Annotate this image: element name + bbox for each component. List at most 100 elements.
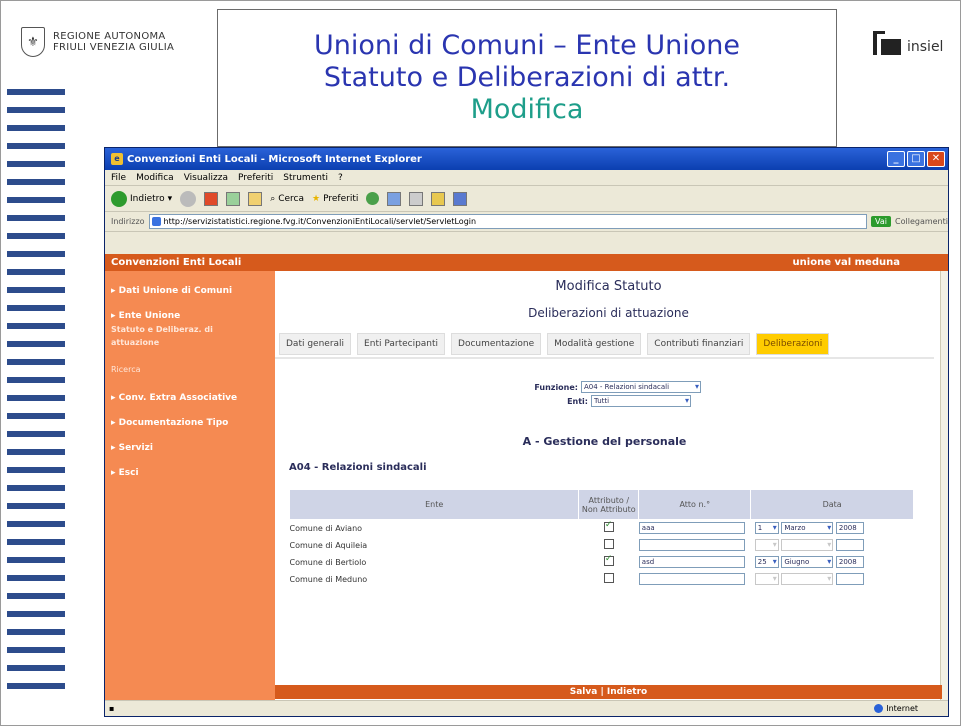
forward-button[interactable]	[180, 190, 197, 207]
ente-cell: Comune di Aquileia	[289, 540, 368, 550]
day-select[interactable]	[754, 573, 779, 585]
page-subtitle: Deliberazioni di attuazione	[528, 306, 689, 320]
app-title: Convenzioni Enti Locali	[111, 257, 242, 268]
search-icon: ⌕	[270, 193, 276, 204]
month-select[interactable]	[781, 573, 834, 585]
sidebar-item-conv-extra[interactable]: ▸ Conv. Extra Associative	[105, 392, 275, 405]
refresh-icon[interactable]	[226, 191, 241, 206]
sidebar-item-esci[interactable]: ▸ Esci	[105, 467, 275, 480]
address-input[interactable]: http://servizistatistici.regione.fvg.it/…	[148, 214, 868, 229]
ie-icon: e	[111, 153, 123, 165]
user-name: unione val meduna	[792, 257, 900, 268]
menu-visualizza[interactable]: Visualizza	[184, 173, 228, 183]
slide-title: Unioni di Comuni – Ente Unione Statuto e…	[217, 9, 837, 147]
sidebar-item-dati-unione[interactable]: ▸ Dati Unione di Comuni	[105, 285, 275, 298]
deliberazioni-table: Ente Attributo / Non Attributo Atto n.° …	[288, 489, 914, 588]
atto-input[interactable]	[638, 573, 745, 585]
security-zone: Internet	[874, 704, 918, 713]
tab-enti-partecipanti[interactable]: Enti Partecipanti	[357, 333, 446, 355]
zone-label: Internet	[886, 704, 918, 713]
month-select[interactable]: Marzo	[781, 522, 834, 535]
month-select[interactable]: Giugno	[781, 556, 834, 568]
tab-dati-generali[interactable]: Dati generali	[279, 333, 352, 355]
mail-icon[interactable]	[387, 191, 402, 206]
menu-bar: File Modifica Visualizza Preferiti Strum…	[105, 170, 948, 186]
history-icon[interactable]	[366, 192, 380, 205]
sidebar-subitem-statuto[interactable]: Statuto e Deliberaz. di	[105, 323, 275, 336]
day-select[interactable]: 1	[754, 522, 779, 535]
atto-input[interactable]: aaa	[638, 522, 745, 535]
regione-logo: ⚜ REGIONE AUTONOMA FRIULI VENEZIA GIULIA	[21, 27, 174, 57]
menu-strumenti[interactable]: Strumenti	[283, 173, 328, 183]
tab-divider	[275, 357, 934, 359]
filter-form: Funzione: A04 - Relazioni sindacali Enti…	[275, 381, 934, 409]
attributo-checkbox[interactable]	[603, 520, 614, 533]
year-input[interactable]: 2008	[835, 522, 864, 535]
close-button[interactable]: ✕	[927, 151, 945, 167]
enti-select[interactable]: Tutti	[591, 395, 691, 407]
app-content: Convenzioni Enti Locali unione val medun…	[105, 254, 948, 700]
sidebar-item-ente-unione[interactable]: ▸ Ente Unione	[105, 310, 275, 323]
year-input[interactable]	[835, 573, 864, 585]
table-row: Comune di Bertiolo asd 25 Giugno 2008	[290, 554, 914, 571]
favorites-button[interactable]: ★ Preferiti	[312, 194, 358, 204]
save-button[interactable]: Salva	[570, 687, 598, 697]
ente-cell: Comune di Bertiolo	[289, 557, 367, 567]
year-input[interactable]: 2008	[835, 556, 864, 568]
day-select[interactable]: 25	[754, 556, 779, 568]
year-input[interactable]	[835, 539, 864, 551]
back-button[interactable]: Indietro ▾	[111, 190, 172, 207]
minimize-button[interactable]: _	[887, 151, 905, 167]
menu-preferiti[interactable]: Preferiti	[238, 173, 273, 183]
header-ente: Ente	[288, 489, 580, 520]
sidebar-label-ente-unione: Ente Unione	[118, 311, 181, 321]
funzione-label: Funzione:	[534, 382, 578, 392]
tab-documentazione[interactable]: Documentazione	[451, 333, 542, 355]
sidebar-label-doc-tipo: Documentazione Tipo	[118, 418, 229, 428]
insiel-mark-icon	[873, 31, 901, 55]
sidebar-subitem-attuazione[interactable]: attuazione	[105, 336, 275, 349]
vertical-scrollbar[interactable]	[940, 271, 948, 700]
menu-file[interactable]: File	[111, 173, 126, 183]
stop-icon[interactable]	[204, 191, 219, 206]
menu-modifica[interactable]: Modifica	[136, 173, 174, 183]
go-button[interactable]: Vai	[871, 216, 892, 227]
page-title: Modifica Statuto	[555, 279, 662, 294]
funzione-select[interactable]: A04 - Relazioni sindacali	[581, 381, 701, 393]
star-icon: ★	[312, 193, 321, 204]
header-data: Data	[750, 489, 914, 520]
messenger-icon[interactable]	[453, 191, 468, 206]
maximize-button[interactable]: □	[907, 151, 925, 167]
atto-input[interactable]	[638, 539, 745, 551]
sidebar-item-servizi[interactable]: ▸ Servizi	[105, 442, 275, 455]
month-select[interactable]	[781, 539, 834, 551]
attributo-checkbox[interactable]	[603, 554, 614, 566]
enti-label: Enti:	[567, 396, 588, 406]
search-button[interactable]: ⌕ Cerca	[270, 194, 304, 204]
atto-input[interactable]: asd	[638, 556, 745, 568]
back-link[interactable]: Indietro	[607, 687, 647, 697]
attributo-checkbox[interactable]	[603, 573, 614, 583]
sidebar-item-ricerca[interactable]: Ricerca	[105, 363, 275, 376]
menu-help[interactable]: ?	[338, 173, 343, 183]
folder-icon[interactable]	[431, 191, 446, 206]
ente-cell: Comune di Aviano	[289, 523, 363, 533]
tab-contributi-finanziari[interactable]: Contributi finanziari	[647, 333, 751, 355]
links-label[interactable]: Collegamenti	[895, 217, 948, 226]
forward-arrow-icon	[180, 190, 197, 207]
page-icon: ▪	[109, 704, 115, 713]
attributo-checkbox[interactable]	[603, 539, 614, 549]
table-row: Comune di Aviano aaa 1 Marzo 2008	[290, 520, 914, 537]
app-header: Convenzioni Enti Locali unione val medun…	[105, 254, 948, 271]
day-select[interactable]	[754, 539, 779, 551]
tab-modalita-gestione[interactable]: Modalità gestione	[547, 333, 642, 355]
sidebar-item-doc-tipo[interactable]: ▸ Documentazione Tipo	[105, 417, 275, 430]
header-atto: Atto n.°	[638, 489, 752, 520]
eagle-icon: ⚜	[21, 27, 45, 57]
tab-deliberazioni[interactable]: Deliberazioni	[756, 333, 830, 355]
home-icon[interactable]	[248, 191, 263, 206]
insiel-name: insiel	[907, 39, 944, 55]
slide: ⚜ REGIONE AUTONOMA FRIULI VENEZIA GIULIA…	[0, 0, 961, 726]
print-icon[interactable]	[409, 191, 424, 206]
sidebar-label-conv-extra: Conv. Extra Associative	[118, 393, 238, 403]
